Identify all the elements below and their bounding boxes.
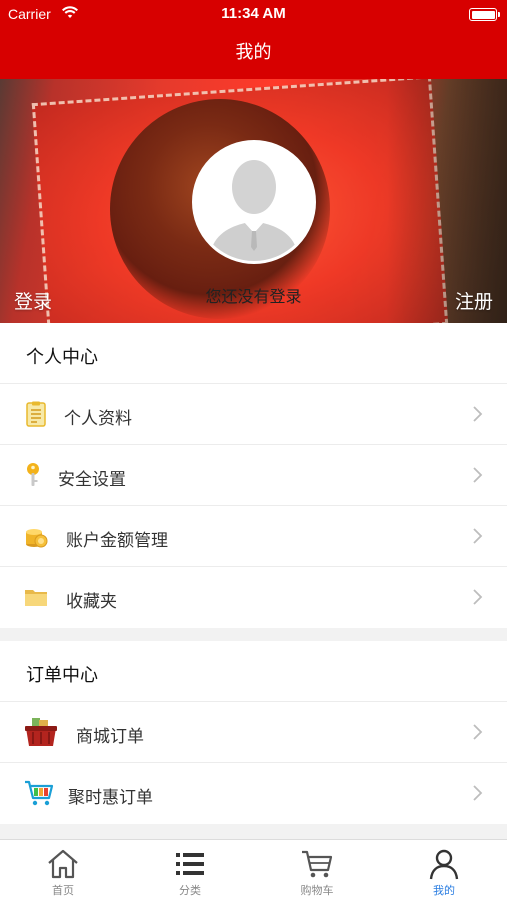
person-icon xyxy=(429,849,459,880)
personal-center-section: 个人中心 个人资料 安全设置 账户金额管理 收藏夹 xyxy=(0,323,507,628)
profile-label: 个人资料 xyxy=(64,409,132,429)
key-icon xyxy=(27,463,39,486)
security-settings-label: 安全设置 xyxy=(58,470,126,490)
chevron-right-icon xyxy=(473,528,483,544)
order-center-title: 订单中心 xyxy=(0,641,507,702)
list-icon xyxy=(176,853,204,875)
account-balance-row[interactable]: 账户金额管理 xyxy=(0,506,507,567)
flash-deal-orders-label: 聚时惠订单 xyxy=(68,788,153,808)
chevron-right-icon xyxy=(473,406,483,422)
mall-orders-label: 商城订单 xyxy=(76,727,144,747)
chevron-right-icon xyxy=(473,589,483,605)
avatar[interactable] xyxy=(192,140,316,264)
chevron-right-icon xyxy=(473,724,483,740)
tab-mine-label: 我的 xyxy=(433,884,455,897)
folder-icon xyxy=(25,590,47,606)
favorites-label: 收藏夹 xyxy=(66,592,117,612)
favorites-row[interactable]: 收藏夹 xyxy=(0,567,507,628)
top-bar: Carrier 11:34 AM 我的 xyxy=(0,0,507,79)
tab-mine[interactable]: 我的 xyxy=(381,840,507,900)
status-bar: Carrier 11:34 AM xyxy=(0,0,507,28)
tab-category-label: 分类 xyxy=(179,884,201,897)
register-button[interactable]: 注册 xyxy=(455,287,493,314)
tab-category[interactable]: 分类 xyxy=(127,840,253,900)
tab-home[interactable]: 首页 xyxy=(0,840,126,900)
login-hint: 您还没有登录 xyxy=(205,287,302,306)
flash-deal-orders-row[interactable]: 聚时惠订单 xyxy=(0,763,507,824)
coins-icon xyxy=(26,529,48,548)
clipboard-icon xyxy=(26,401,46,427)
account-balance-label: 账户金额管理 xyxy=(66,531,168,551)
page-title: 我的 xyxy=(235,42,272,63)
home-icon xyxy=(48,849,78,879)
battery-icon xyxy=(469,8,500,21)
status-time: 11:34 AM xyxy=(221,5,286,22)
order-center-section: 订单中心 商城订单 聚时惠订单 xyxy=(0,641,507,824)
chevron-right-icon xyxy=(473,467,483,483)
security-settings-row[interactable]: 安全设置 xyxy=(0,445,507,506)
chevron-right-icon xyxy=(473,785,483,801)
cart-icon xyxy=(25,780,54,806)
tab-home-label: 首页 xyxy=(52,884,74,897)
tab-bar: 首页 分类 购物车 我的 xyxy=(0,839,507,900)
tab-cart-label: 购物车 xyxy=(300,884,334,897)
mall-orders-row[interactable]: 商城订单 xyxy=(0,702,507,763)
personal-center-title: 个人中心 xyxy=(0,323,507,384)
default-avatar-icon xyxy=(195,143,313,261)
cart-icon xyxy=(302,850,333,878)
basket-icon xyxy=(25,718,57,746)
profile-row[interactable]: 个人资料 xyxy=(0,384,507,445)
login-button[interactable]: 登录 xyxy=(14,287,52,314)
tab-cart[interactable]: 购物车 xyxy=(254,840,380,900)
